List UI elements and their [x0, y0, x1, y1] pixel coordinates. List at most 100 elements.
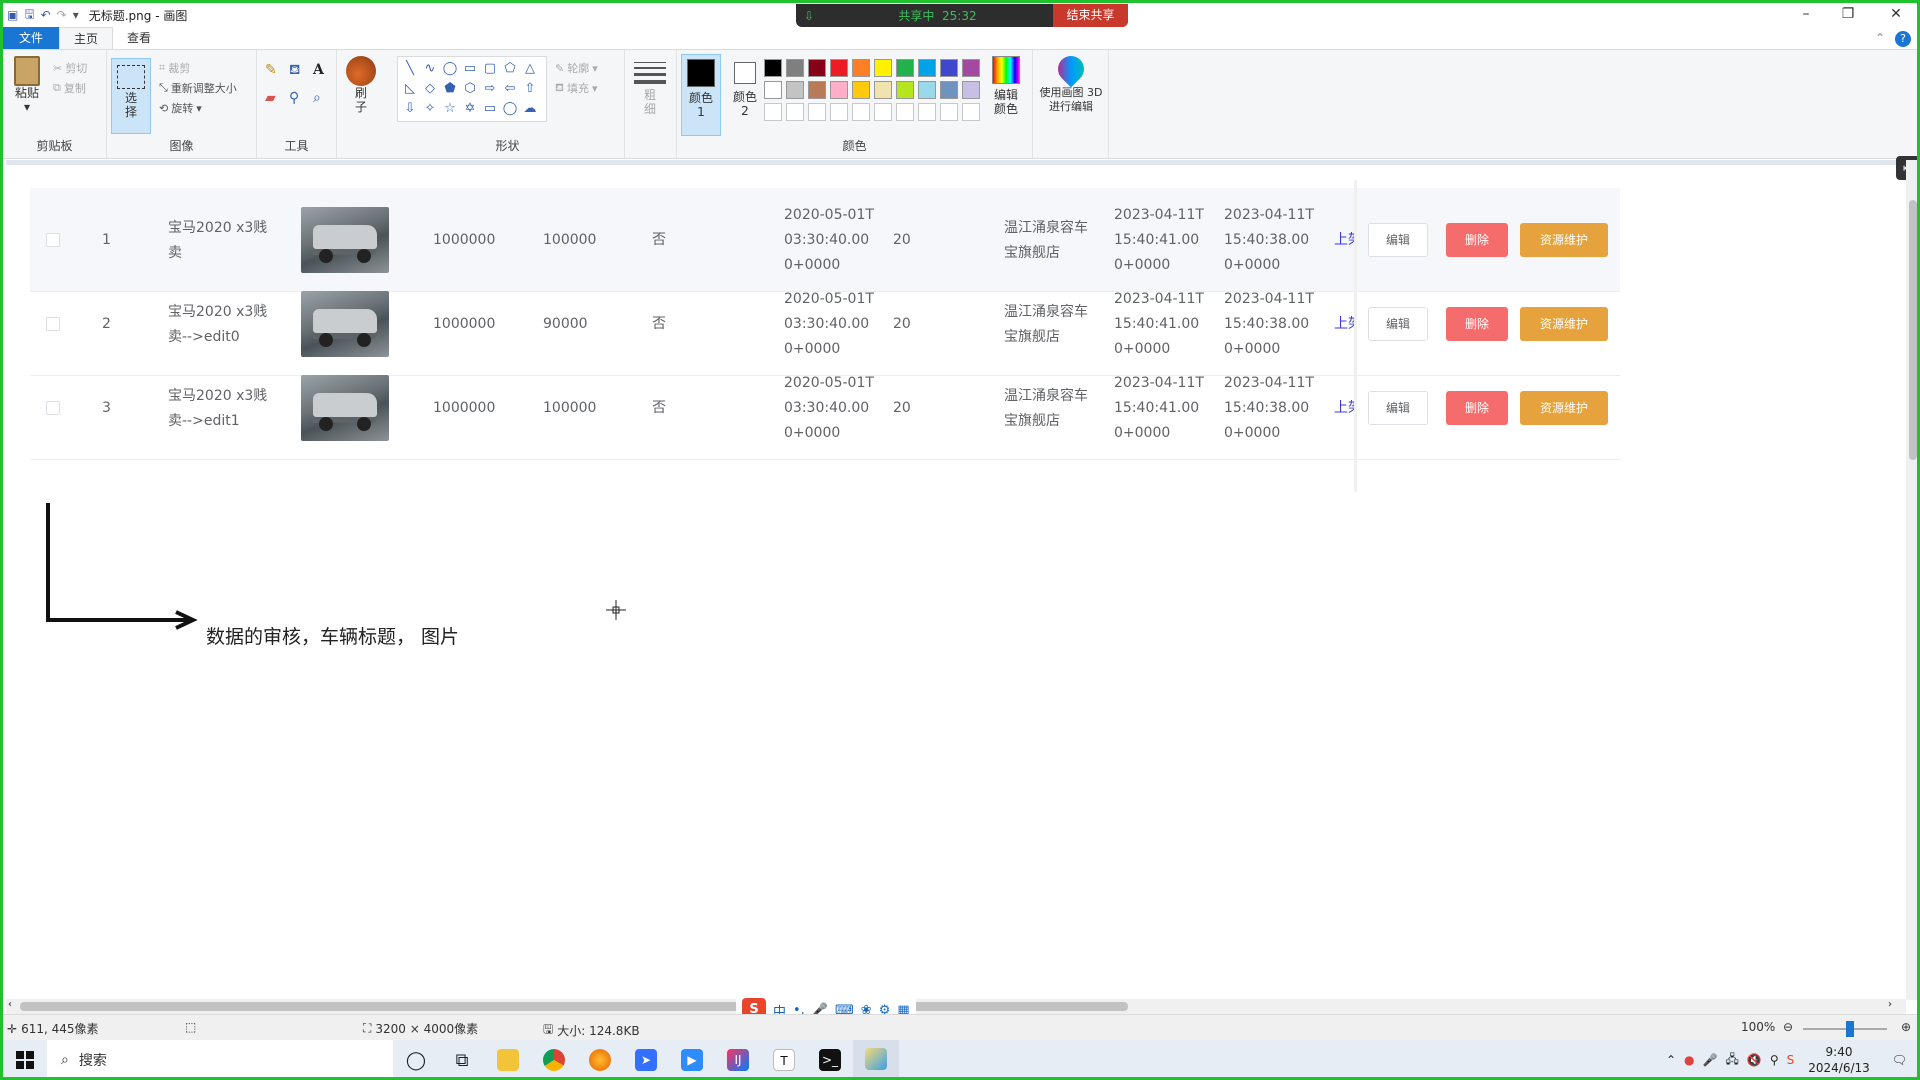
file-explorer-icon[interactable]	[485, 1040, 531, 1077]
left-arrow-shape-icon[interactable]: ⇦	[500, 79, 520, 99]
start-button[interactable]	[3, 1040, 47, 1077]
size-button[interactable]: 粗细	[631, 58, 669, 116]
palette-swatch[interactable]	[830, 59, 848, 77]
palette-swatch[interactable]	[808, 59, 826, 77]
cloud-callout-shape-icon[interactable]: ☁	[520, 99, 540, 119]
scroll-left-icon[interactable]: ‹	[8, 999, 12, 1010]
delete-button[interactable]: 删除	[1446, 307, 1508, 341]
delete-button[interactable]: 删除	[1446, 391, 1508, 425]
palette-swatch[interactable]	[918, 81, 936, 99]
cortana-icon[interactable]: ◯	[393, 1040, 439, 1077]
polygon-shape-icon[interactable]: ⬠	[500, 59, 520, 79]
palette-swatch[interactable]	[786, 59, 804, 77]
cut-button[interactable]: ✂ 剪切	[53, 58, 87, 78]
custom-color-slot[interactable]	[786, 103, 804, 121]
zoom-meeting-icon[interactable]: ▶	[669, 1040, 715, 1077]
rounded-rect-shape-icon[interactable]: ▢	[480, 59, 500, 79]
custom-color-slot[interactable]	[874, 103, 892, 121]
close-button[interactable]: ✕	[1873, 3, 1917, 27]
custom-color-slot[interactable]	[896, 103, 914, 121]
zoom-slider[interactable]	[1803, 1028, 1887, 1030]
custom-color-slot[interactable]	[940, 103, 958, 121]
undo-icon[interactable]: ↶	[41, 8, 51, 22]
palette-swatch[interactable]	[852, 81, 870, 99]
typora-icon[interactable]: T	[761, 1040, 807, 1077]
rotate-button[interactable]: ⟲ 旋转 ▾	[159, 98, 237, 118]
edit-button[interactable]: 编辑	[1368, 307, 1428, 341]
eraser-icon[interactable]: ▰	[265, 90, 287, 106]
down-arrow-shape-icon[interactable]: ⇩	[400, 99, 420, 119]
clock[interactable]: 9:40 2024/6/13	[1808, 1044, 1870, 1076]
tab-view[interactable]: 查看	[113, 27, 165, 49]
custom-color-slot[interactable]	[918, 103, 936, 121]
status-link[interactable]: 上架	[1334, 228, 1356, 253]
edit-colors-button[interactable]: 编辑颜色	[987, 54, 1025, 116]
delete-button[interactable]: 删除	[1446, 223, 1508, 257]
horizontal-scrollbar[interactable]: ‹ ›	[6, 999, 1906, 1014]
fill-bucket-icon[interactable]: ⛾	[289, 62, 311, 80]
palette-swatch[interactable]	[962, 59, 980, 77]
tab-home[interactable]: 主页	[59, 27, 114, 49]
task-view-icon[interactable]: ⧉	[439, 1040, 485, 1077]
palette-swatch[interactable]	[940, 59, 958, 77]
palette-swatch[interactable]	[786, 81, 804, 99]
up-arrow-shape-icon[interactable]: ⇧	[520, 79, 540, 99]
edit-button[interactable]: 编辑	[1368, 223, 1428, 257]
tab-file[interactable]: 文件	[3, 27, 60, 49]
notification-icon[interactable]: 🗨	[1892, 1053, 1907, 1067]
save-icon[interactable]: 🖫	[24, 5, 34, 26]
zoom-in-icon[interactable]: ⊕	[1901, 1020, 1911, 1034]
canvas-area[interactable]: 1 宝马2020 x3贱卖 1000000 100000 否 2020-05-01T03:…	[6, 160, 1906, 1000]
palette-swatch[interactable]	[764, 59, 782, 77]
custom-color-slot[interactable]	[852, 103, 870, 121]
magnifier-icon[interactable]: ⌕	[313, 90, 335, 106]
row-checkbox[interactable]	[46, 317, 60, 331]
color1-button[interactable]: 颜色 1	[681, 54, 721, 136]
vertical-scrollbar[interactable]	[1906, 160, 1917, 1000]
intellij-icon[interactable]: IJ	[715, 1040, 761, 1077]
hexagon-shape-icon[interactable]: ⬡	[460, 79, 480, 99]
firefox-icon[interactable]	[577, 1040, 623, 1077]
brush-button[interactable]: 刷子	[343, 56, 379, 114]
palette-swatch[interactable]	[940, 81, 958, 99]
help-icon[interactable]: ?	[1895, 31, 1911, 47]
volume-muted-icon[interactable]: 🔇	[1747, 1053, 1762, 1067]
fill-button[interactable]: ⛾ 填充 ▾	[555, 78, 598, 98]
resize-button[interactable]: ⤡ 重新调整大小	[159, 78, 237, 98]
resource-maintain-button[interactable]: 资源维护	[1520, 223, 1608, 257]
oval-callout-shape-icon[interactable]: ◯	[500, 99, 520, 119]
custom-color-slot[interactable]	[830, 103, 848, 121]
outline-button[interactable]: ✎ 轮廓 ▾	[555, 58, 598, 78]
status-link[interactable]: 上架	[1334, 312, 1356, 337]
terminal-icon[interactable]: >_	[807, 1040, 853, 1077]
resource-maintain-button[interactable]: 资源维护	[1520, 391, 1608, 425]
network-icon[interactable]: 🖧	[1725, 1050, 1738, 1071]
palette-swatch[interactable]	[918, 59, 936, 77]
palette-swatch[interactable]	[896, 59, 914, 77]
text-icon[interactable]: A	[313, 62, 335, 80]
palette-swatch[interactable]	[874, 81, 892, 99]
star6-shape-icon[interactable]: ✡	[460, 99, 480, 119]
star4-shape-icon[interactable]: ✧	[420, 99, 440, 119]
custom-color-slot[interactable]	[764, 103, 782, 121]
minimize-ribbon-icon[interactable]: ⌃	[1875, 31, 1885, 47]
custom-color-slot[interactable]	[962, 103, 980, 121]
mic-tray-icon[interactable]: 🎤	[1703, 1053, 1718, 1067]
status-link[interactable]: 上架	[1334, 396, 1356, 421]
paint3d-button[interactable]: 使用画图 3D 进行编辑	[1039, 50, 1103, 114]
diamond-shape-icon[interactable]: ◇	[420, 79, 440, 99]
select-button[interactable]: 选择	[111, 58, 151, 134]
color2-button[interactable]: 颜色 2	[725, 54, 765, 118]
end-share-button[interactable]: 结束共享	[1053, 4, 1128, 27]
row-checkbox[interactable]	[46, 401, 60, 415]
triangle-shape-icon[interactable]: △	[520, 59, 540, 79]
battery-icon[interactable]: ⚲	[1770, 1053, 1779, 1067]
redo-icon[interactable]: ↷	[57, 8, 67, 22]
zoom-out-icon[interactable]: ⊖	[1783, 1020, 1793, 1034]
paint-app-taskbar-icon[interactable]	[853, 1040, 899, 1077]
palette-swatch[interactable]	[852, 59, 870, 77]
crop-button[interactable]: ⌗ 裁剪	[159, 58, 237, 78]
star5-shape-icon[interactable]: ☆	[440, 99, 460, 119]
scroll-right-icon[interactable]: ›	[1888, 999, 1892, 1010]
palette-swatch[interactable]	[874, 59, 892, 77]
